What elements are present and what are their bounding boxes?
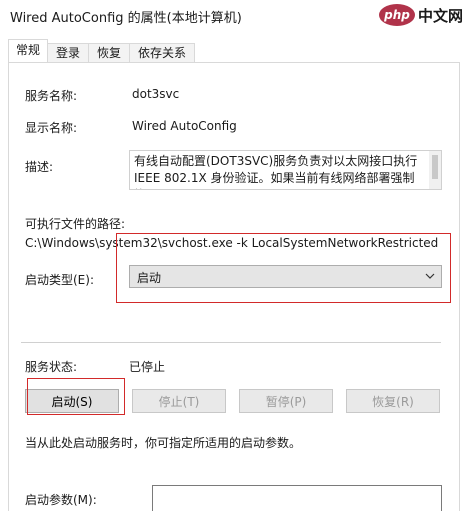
exe-path-value: C:\Windows\system32\svchost.exe -k Local… — [25, 236, 439, 250]
tab-general[interactable]: 常规 — [8, 39, 49, 62]
service-status-value: 已停止 — [129, 360, 166, 374]
tab-logon[interactable]: 登录 — [47, 43, 90, 62]
start-button[interactable]: 启动(S) — [25, 389, 119, 413]
resume-button[interactable]: 恢复(R) — [346, 389, 440, 413]
description-label: 描述: — [25, 160, 54, 174]
startup-type-label: 启动类型(E): — [25, 273, 94, 287]
description-scrollbar[interactable] — [429, 151, 441, 189]
start-params-label: 启动参数(M): — [25, 493, 97, 507]
tab-strip: 常规 登录 恢复 依存关系 — [8, 39, 196, 62]
chevron-down-icon — [425, 269, 435, 283]
general-tab-panel: 服务名称: dot3svc 显示名称: Wired AutoConfig 描述:… — [8, 62, 460, 511]
service-name-value: dot3svc — [132, 87, 180, 101]
watermark: php 中文网 — [378, 4, 463, 26]
startup-type-value: 启动 — [137, 271, 162, 285]
exe-path-label: 可执行文件的路径: — [25, 217, 126, 231]
description-text: 有线自动配置(DOT3SVC)服务负责对以太网接口执行 IEEE 802.1X … — [134, 154, 418, 189]
stop-button[interactable]: 停止(T) — [132, 389, 226, 413]
display-name-label: 显示名称: — [25, 121, 78, 135]
service-properties-window: Wired AutoConfig 的属性(本地计算机) php 中文网 常规 登… — [0, 0, 469, 511]
service-name-label: 服务名称: — [25, 89, 78, 103]
pause-button[interactable]: 暂停(P) — [239, 389, 333, 413]
watermark-logo: php — [378, 4, 415, 26]
description-box[interactable]: 有线自动配置(DOT3SVC)服务负责对以太网接口执行 IEEE 802.1X … — [129, 150, 442, 190]
watermark-text: 中文网 — [417, 6, 463, 25]
separator — [21, 342, 441, 343]
service-status-label: 服务状态: — [25, 360, 78, 374]
start-params-hint: 当从此处启动服务时，你可指定所适用的启动参数。 — [25, 436, 302, 450]
window-title: Wired AutoConfig 的属性(本地计算机) — [10, 11, 242, 26]
scroll-thumb[interactable] — [432, 155, 438, 179]
tab-dependencies[interactable]: 依存关系 — [129, 43, 196, 62]
title-bar[interactable]: Wired AutoConfig 的属性(本地计算机) php 中文网 — [0, 0, 469, 30]
startup-type-select[interactable]: 启动 — [129, 265, 442, 288]
tab-recovery[interactable]: 恢复 — [88, 43, 131, 62]
start-params-input[interactable] — [152, 485, 442, 511]
display-name-value: Wired AutoConfig — [132, 119, 237, 133]
